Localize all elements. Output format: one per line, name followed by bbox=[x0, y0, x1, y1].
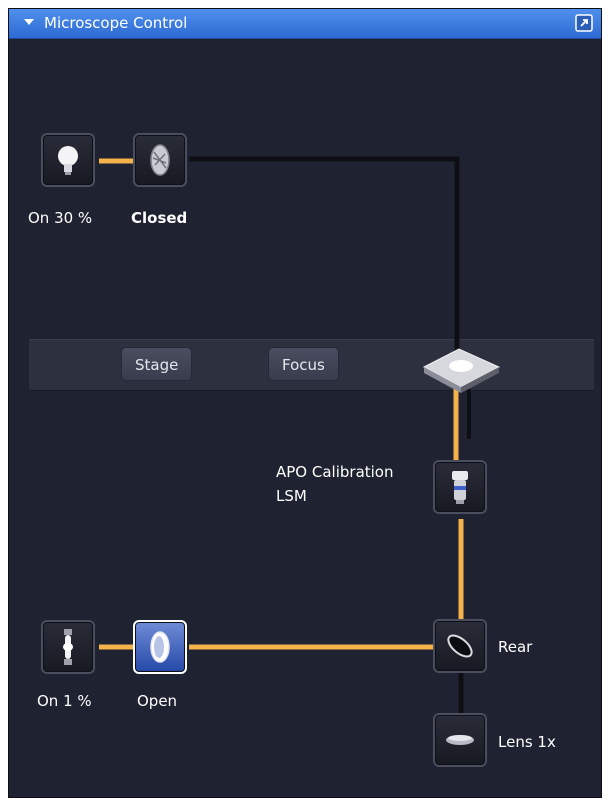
objective-name-line1: APO Calibration bbox=[276, 463, 394, 481]
transmitted-lamp-status: On 30 % bbox=[28, 209, 93, 227]
lightbulb-icon bbox=[58, 146, 78, 175]
objective-icon bbox=[452, 471, 468, 504]
transmitted-lamp-button[interactable] bbox=[41, 133, 95, 187]
stage-button[interactable]: Stage bbox=[121, 347, 193, 381]
fluorescence-lamp-icon bbox=[63, 629, 73, 665]
objective-name-line2: LSM bbox=[276, 487, 307, 505]
reflected-lamp-button[interactable] bbox=[41, 620, 95, 674]
focus-button[interactable]: Focus bbox=[268, 347, 339, 381]
stage-icon[interactable] bbox=[422, 348, 501, 393]
light-path-inactive-transmitted bbox=[189, 156, 460, 359]
objective-button[interactable] bbox=[433, 460, 487, 514]
microscope-control-panel: Microscope Control On 30 % Closed Stage … bbox=[8, 8, 602, 798]
mirror-label: Rear bbox=[498, 638, 533, 656]
reflected-shutter-button[interactable] bbox=[133, 620, 187, 674]
transmitted-shutter-status: Closed bbox=[131, 209, 188, 227]
lens-icon bbox=[446, 735, 474, 745]
reflected-shutter-status: Open bbox=[137, 692, 178, 710]
mirror-button[interactable] bbox=[433, 619, 487, 673]
shutter-closed-icon bbox=[150, 144, 170, 176]
light-path-diagram bbox=[99, 156, 501, 721]
reflected-lamp-status: On 1 % bbox=[37, 692, 92, 710]
lens-button[interactable] bbox=[433, 713, 487, 767]
shutter-open-icon bbox=[150, 631, 170, 663]
transmitted-shutter-button[interactable] bbox=[133, 133, 187, 187]
mirror-icon bbox=[447, 634, 473, 658]
lens-label: Lens 1x bbox=[498, 733, 556, 751]
